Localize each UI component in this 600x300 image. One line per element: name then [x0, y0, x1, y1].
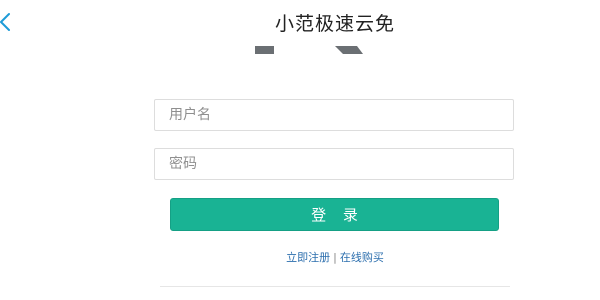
login-button[interactable]: 登 录	[170, 198, 499, 231]
password-input[interactable]	[154, 148, 514, 180]
login-page: 小范极速云免 登 录 立即注册|在线购买	[0, 0, 600, 300]
divider	[160, 286, 510, 287]
register-link[interactable]: 立即注册	[286, 251, 330, 264]
purchase-link[interactable]: 在线购买	[340, 251, 384, 264]
page-title: 小范极速云免	[274, 13, 395, 35]
link-separator: |	[333, 251, 337, 264]
username-input[interactable]	[154, 99, 514, 131]
logo	[255, 46, 365, 54]
footer-links: 立即注册 | 在线购买	[0, 249, 600, 265]
